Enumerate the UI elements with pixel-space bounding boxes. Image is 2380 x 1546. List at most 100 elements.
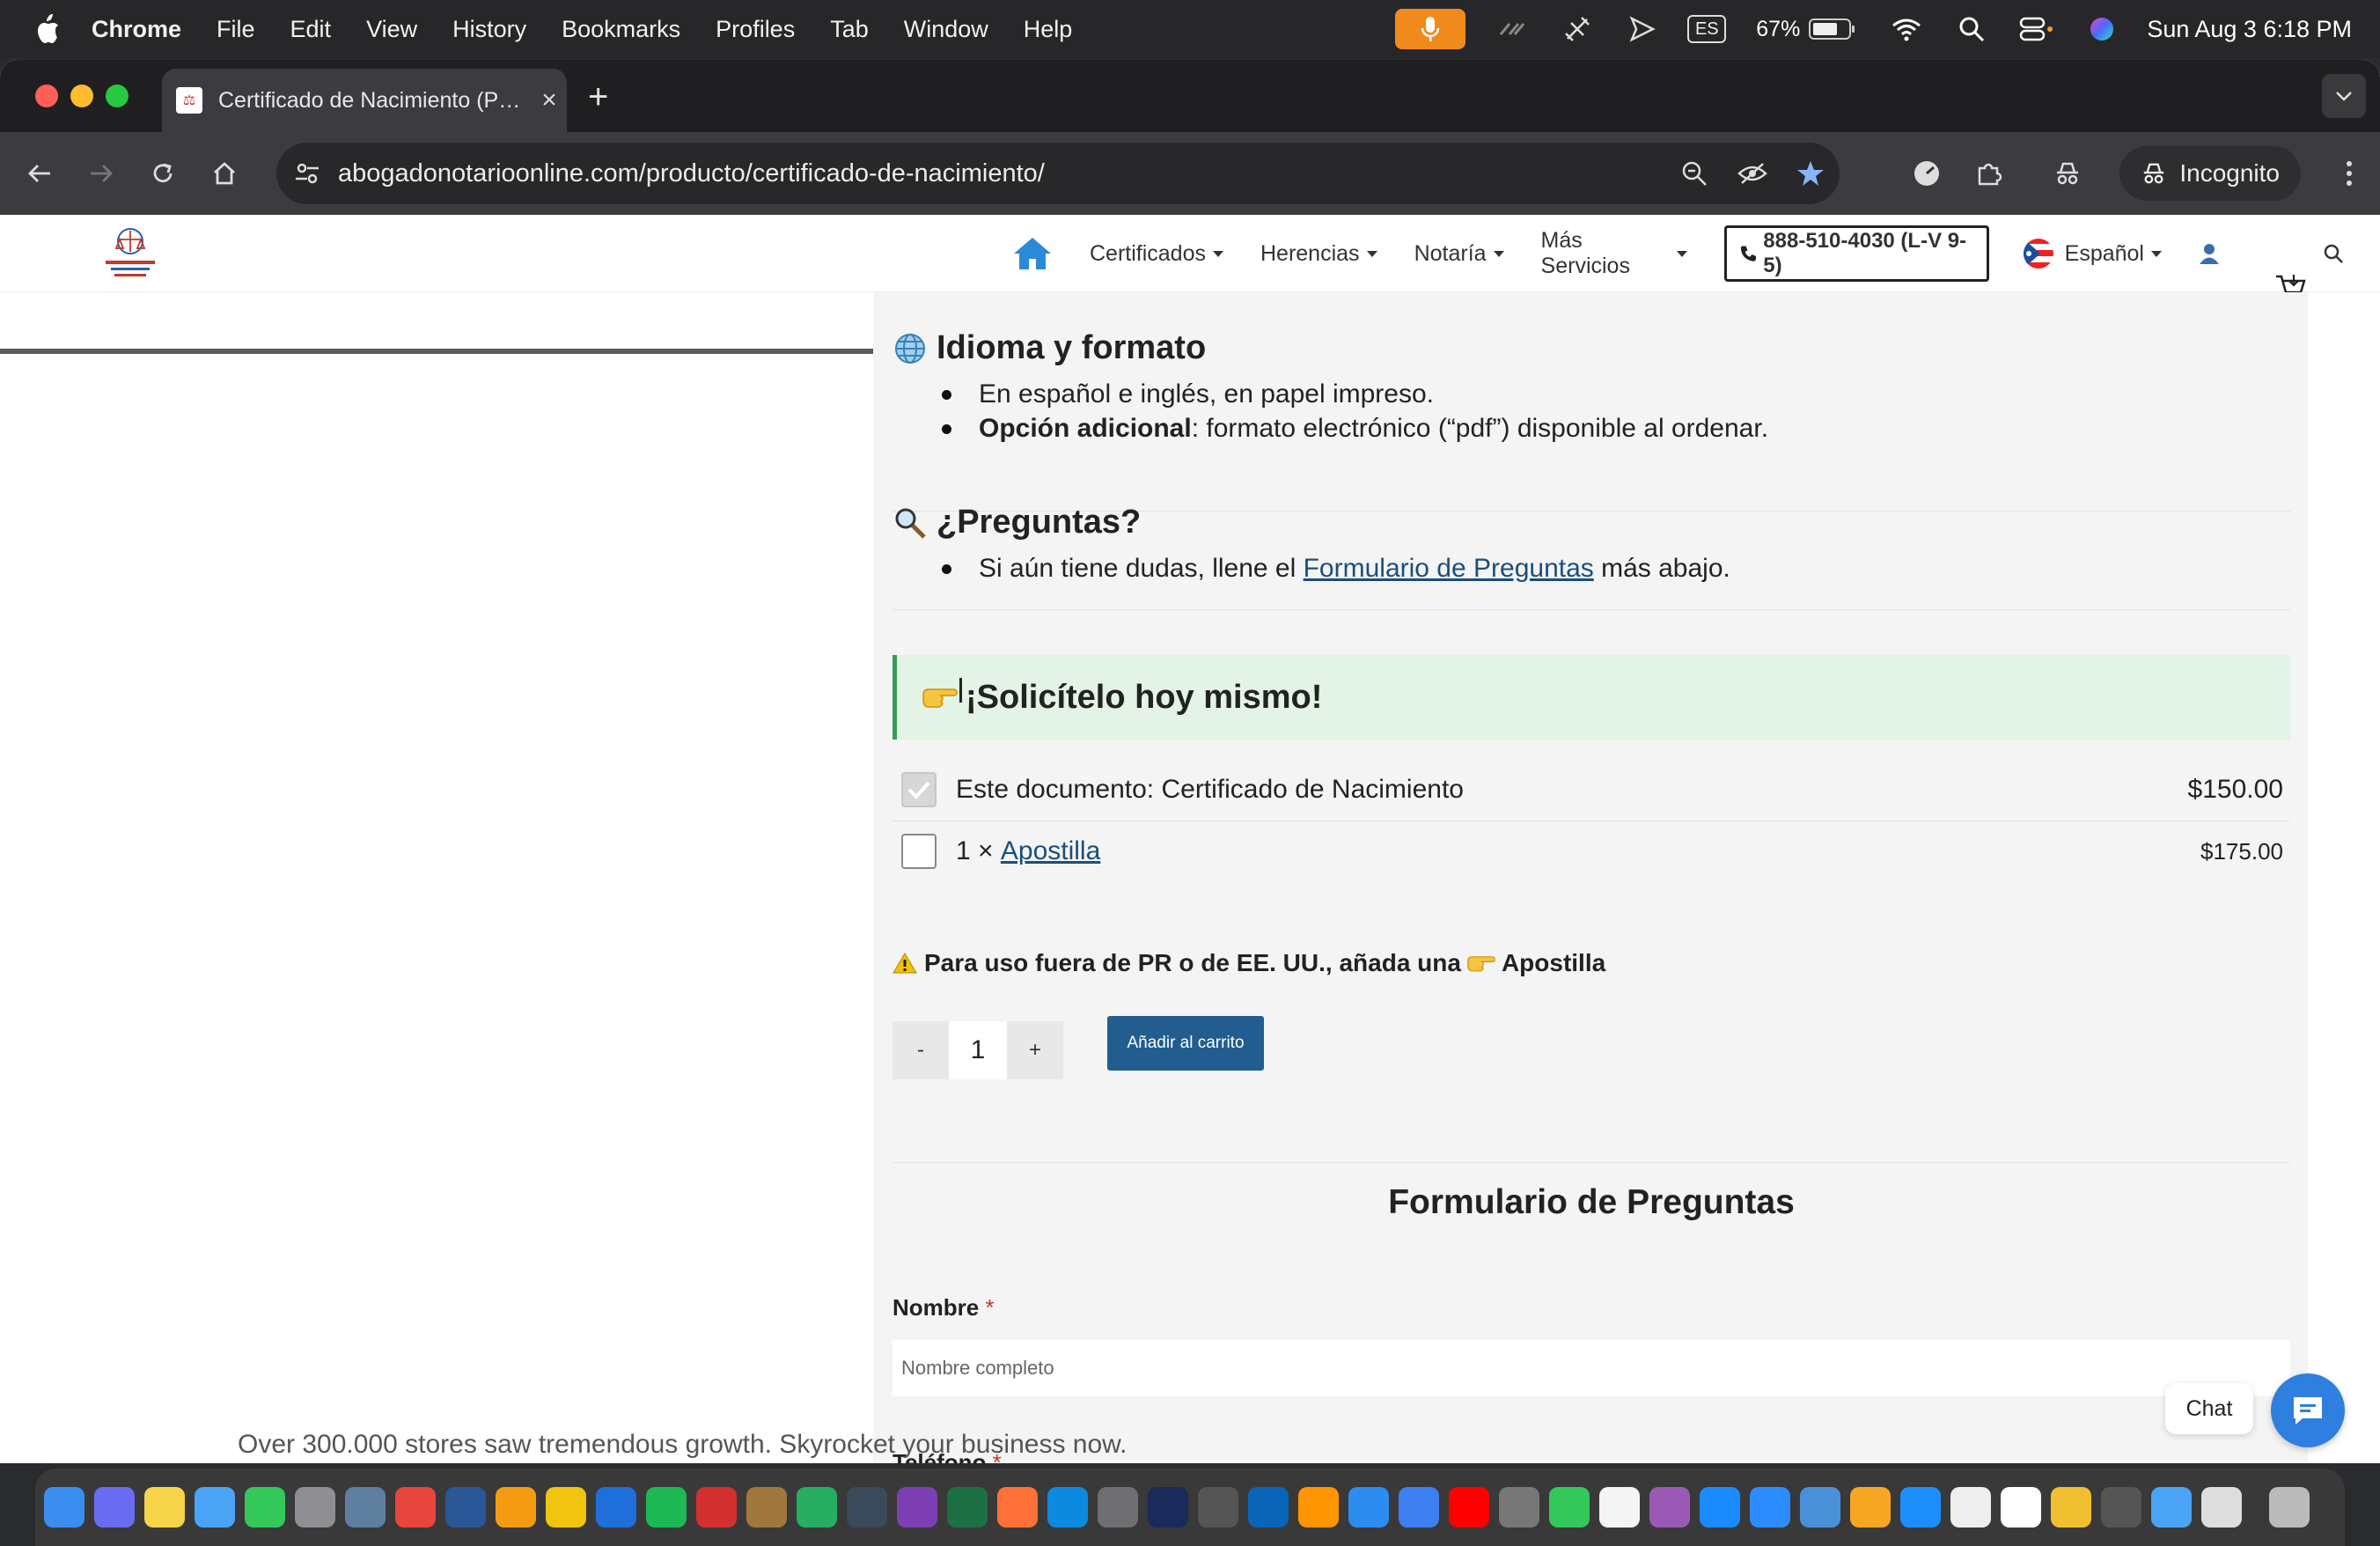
window-close-button[interactable] xyxy=(35,85,58,107)
tracking-protection-eye-icon[interactable] xyxy=(1723,161,1781,186)
url-text[interactable]: abogadonotarioonline.com/producto/certif… xyxy=(338,159,1665,188)
nav-home-icon[interactable] xyxy=(1012,236,1053,271)
battery-icon[interactable] xyxy=(1809,18,1855,40)
home-button[interactable] xyxy=(194,143,255,204)
keynote-icon[interactable] xyxy=(1700,1487,1740,1528)
terminal-icon[interactable] xyxy=(1148,1487,1188,1528)
system-settings-icon[interactable] xyxy=(1098,1487,1138,1528)
messenger-icon[interactable] xyxy=(2051,1487,2091,1528)
app-store-icon[interactable] xyxy=(1900,1487,1941,1528)
xcode-icon[interactable] xyxy=(2151,1487,2192,1528)
back-button[interactable] xyxy=(9,143,70,204)
menu-edit[interactable]: Edit xyxy=(290,16,332,43)
reminders-icon[interactable] xyxy=(1599,1487,1640,1528)
name-input[interactable]: Nombre completo xyxy=(892,1340,2290,1396)
formulario-link[interactable]: Formulario de Preguntas xyxy=(1304,554,1594,583)
send-arrow-icon[interactable] xyxy=(1622,9,1663,49)
incognito-menu-icon[interactable] xyxy=(2037,143,2098,204)
siri-icon[interactable] xyxy=(2082,9,2122,49)
tab-close-icon[interactable]: × xyxy=(532,85,567,115)
nav-certificados[interactable]: Certificados xyxy=(1090,241,1223,267)
pages-icon[interactable] xyxy=(496,1487,536,1528)
calculator-icon[interactable] xyxy=(1499,1487,1539,1528)
menu-profiles[interactable]: Profiles xyxy=(716,16,795,43)
new-tab-button[interactable]: + xyxy=(588,77,608,117)
control-center-icon[interactable] xyxy=(2016,9,2057,49)
finder-icon[interactable] xyxy=(44,1487,84,1528)
satellite-icon[interactable] xyxy=(1557,9,1598,49)
script-editor-icon[interactable] xyxy=(1950,1487,1991,1528)
chrome-dock-icon[interactable] xyxy=(395,1487,436,1528)
input-source-indicator[interactable]: ES xyxy=(1687,15,1727,43)
chat-bubble-button[interactable] xyxy=(2271,1373,2345,1447)
chrome-menu-icon[interactable] xyxy=(2318,143,2380,204)
apple-menu-icon[interactable] xyxy=(30,11,65,47)
tab-certificado[interactable]: ⚖ Certificado de Nacimiento (P… × xyxy=(162,69,567,132)
stripe-app-icon[interactable] xyxy=(596,1487,636,1528)
nav-notaria[interactable]: Notaría xyxy=(1414,241,1504,267)
menu-app-name[interactable]: Chrome xyxy=(92,16,181,43)
account-icon[interactable] xyxy=(2199,242,2220,265)
nav-herencias[interactable]: Herencias xyxy=(1260,241,1377,267)
menu-bar-clock[interactable]: Sun Aug 3 6:18 PM xyxy=(2147,16,2352,43)
language-selector[interactable]: Español xyxy=(2023,238,2162,269)
textedit-icon[interactable] xyxy=(2201,1487,2242,1528)
archive-icon[interactable] xyxy=(746,1487,787,1528)
site-info-icon[interactable] xyxy=(276,160,338,187)
safari-icon[interactable] xyxy=(1348,1487,1389,1528)
tab-search-button[interactable] xyxy=(2322,74,2366,118)
word-icon[interactable] xyxy=(445,1487,486,1528)
preview-icon[interactable] xyxy=(345,1487,386,1528)
wifi-icon[interactable] xyxy=(1886,9,1927,49)
apostilla-checkbox[interactable] xyxy=(901,834,937,869)
orange-app-icon[interactable] xyxy=(1298,1487,1339,1528)
phone-button[interactable]: 888-510-4030 (L-V 9-5) xyxy=(1724,225,1989,282)
window-zoom-button[interactable] xyxy=(106,85,129,107)
excel-icon[interactable] xyxy=(947,1487,988,1528)
bookmark-star-icon[interactable] xyxy=(1781,159,1840,188)
edge-icon[interactable] xyxy=(1047,1487,1088,1528)
microphone-icon[interactable] xyxy=(1395,9,1466,49)
spotlight-search-icon[interactable] xyxy=(1951,9,1992,49)
site-search-icon[interactable] xyxy=(2324,244,2343,263)
stripe-icon[interactable] xyxy=(1492,9,1532,49)
trash-icon[interactable] xyxy=(2269,1487,2310,1528)
utility-icon[interactable] xyxy=(847,1487,887,1528)
shazam-icon[interactable] xyxy=(1399,1487,1439,1528)
green-app-icon[interactable] xyxy=(797,1487,837,1528)
onenote-icon[interactable] xyxy=(897,1487,937,1528)
firefox-icon[interactable] xyxy=(997,1487,1038,1528)
menu-file[interactable]: File xyxy=(217,16,255,43)
calendar-icon[interactable] xyxy=(2001,1487,2041,1528)
apostilla-link[interactable]: Apostilla xyxy=(1001,836,1100,866)
base-document-checkbox[interactable] xyxy=(901,772,937,807)
zoom-icon[interactable] xyxy=(1750,1487,1790,1528)
incognito-indicator[interactable]: Incognito xyxy=(2119,146,2301,201)
quantity-decrease-button[interactable]: - xyxy=(892,1021,949,1079)
add-to-cart-button[interactable]: Añadir al carrito xyxy=(1107,1016,1264,1071)
mail-icon[interactable] xyxy=(195,1487,235,1528)
menu-help[interactable]: Help xyxy=(1024,16,1073,43)
forward-button[interactable] xyxy=(70,143,132,204)
nav-mas-servicios[interactable]: Más Servicios xyxy=(1541,228,1688,279)
photos-icon[interactable] xyxy=(546,1487,586,1528)
obs-icon[interactable] xyxy=(1198,1487,1238,1528)
reload-button[interactable] xyxy=(132,143,194,204)
sketch-icon[interactable] xyxy=(1850,1487,1891,1528)
menu-tab[interactable]: Tab xyxy=(830,16,869,43)
quantity-increase-button[interactable]: + xyxy=(1007,1021,1063,1079)
quicktime-icon[interactable] xyxy=(2101,1487,2141,1528)
youtube-icon[interactable] xyxy=(1449,1487,1489,1528)
menu-view[interactable]: View xyxy=(366,16,417,43)
menu-history[interactable]: History xyxy=(452,16,526,43)
facetime-icon[interactable] xyxy=(1549,1487,1590,1528)
outlook-icon[interactable] xyxy=(1248,1487,1289,1528)
printer-app-icon[interactable] xyxy=(1800,1487,1840,1528)
podcasts-icon[interactable] xyxy=(1649,1487,1690,1528)
extensions-puzzle-icon[interactable] xyxy=(1958,143,2019,204)
menu-window[interactable]: Window xyxy=(904,16,988,43)
launchpad-icon[interactable] xyxy=(94,1487,135,1528)
messages-icon[interactable] xyxy=(245,1487,285,1528)
quantity-input[interactable]: 1 xyxy=(949,1021,1007,1079)
zoom-icon[interactable] xyxy=(1665,160,1723,187)
